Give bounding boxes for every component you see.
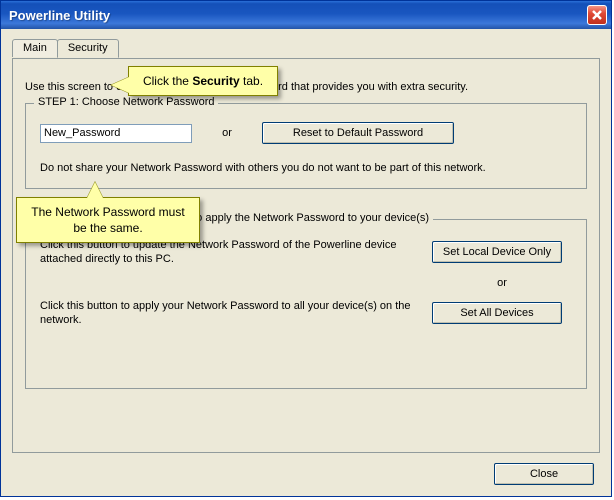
window: Powerline Utility Main Security Use this…: [0, 0, 612, 497]
close-button[interactable]: Close: [494, 463, 594, 485]
group-step1: STEP 1: Choose Network Password or Reset…: [25, 103, 587, 189]
callout-arrow-icon: [87, 182, 103, 198]
tabstrip: Main Security: [12, 39, 118, 57]
tab-main[interactable]: Main: [12, 39, 58, 57]
tab-panel-security: Use this screen to create a Private Netw…: [12, 58, 600, 453]
intro-text: Use this screen to create a Private Netw…: [25, 81, 587, 93]
client-area: Main Security Use this screen to create …: [4, 32, 608, 493]
tab-security[interactable]: Security: [57, 39, 119, 58]
set-local-button[interactable]: Set Local Device Only: [432, 241, 562, 263]
close-icon[interactable]: [587, 5, 607, 25]
callout-security-tab: Click the Security tab.: [128, 66, 278, 96]
footer: Close: [494, 463, 594, 485]
group-step2: STEP 2: Choose how you want to apply the…: [25, 219, 587, 389]
step1-or-label: or: [192, 127, 262, 139]
step2-all-text: Click this button to apply your Network …: [40, 299, 420, 328]
titlebar: Powerline Utility: [1, 1, 611, 29]
window-title: Powerline Utility: [9, 8, 110, 23]
callout-password-same: The Network Password must be the same.: [16, 197, 200, 243]
reset-password-button[interactable]: Reset to Default Password: [262, 122, 454, 144]
step1-legend: STEP 1: Choose Network Password: [34, 96, 218, 108]
set-all-button[interactable]: Set All Devices: [432, 302, 562, 324]
step1-note: Do not share your Network Password with …: [40, 162, 572, 174]
callout-arrow-icon: [111, 77, 129, 93]
step2-or-label: or: [432, 271, 572, 295]
password-input[interactable]: [40, 124, 192, 143]
